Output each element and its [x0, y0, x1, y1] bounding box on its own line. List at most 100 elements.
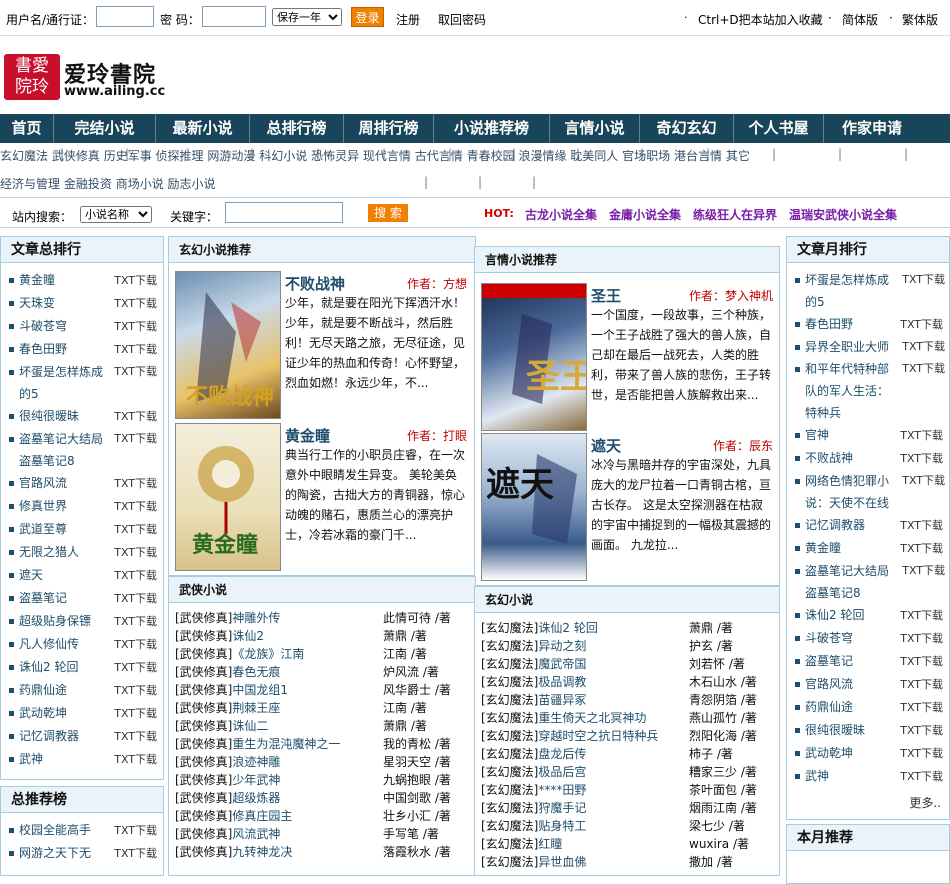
- list-item[interactable]: 武道至尊 TXT下载: [1, 518, 163, 541]
- more-link[interactable]: 更多..: [909, 794, 941, 811]
- list-item[interactable]: 药鼎仙途 TXT下载: [787, 696, 949, 719]
- cat-link[interactable]: 侦探推理: [156, 149, 204, 163]
- list-item[interactable]: 修真世界 TXT下载: [1, 495, 163, 518]
- book-title[interactable]: 不败战神: [285, 273, 345, 294]
- book-title[interactable]: 遮天: [591, 435, 621, 456]
- book-title[interactable]: 圣王: [591, 285, 621, 306]
- book-title[interactable]: 黄金瞳: [285, 425, 330, 446]
- cat-link[interactable]: 科幻小说: [259, 149, 307, 163]
- list-item[interactable]: [玄幻魔法]极品调教 木石山水 /著: [481, 673, 781, 691]
- list-item[interactable]: 春色田野 TXT下载: [787, 313, 949, 336]
- list-item[interactable]: 网络色情犯罪小说：天使不在线 TXT下载: [787, 470, 945, 514]
- list-item[interactable]: [武侠修真]重生为混沌魔神之一 我的青松 /著: [175, 735, 475, 753]
- cat-link[interactable]: 港台言情: [674, 149, 722, 163]
- list-item[interactable]: [武侠修真]超级炼器 中国剑歌 /著: [175, 789, 475, 807]
- list-item[interactable]: 官路风流 TXT下载: [1, 472, 163, 495]
- list-item[interactable]: [武侠修真]荆棘王座 江南 /著: [175, 699, 475, 717]
- list-item[interactable]: 盗墓笔记大结局 盗墓笔记8 TXT下载: [1, 428, 157, 472]
- search-type-select[interactable]: 小说名称: [80, 206, 152, 223]
- list-item[interactable]: [武侠修真]神雕外传 此情可待 /著: [175, 609, 475, 627]
- list-item[interactable]: [玄幻魔法]苗疆异冢 青怨阴箔 /著: [481, 691, 781, 709]
- bookmark-link[interactable]: Ctrl+D把本站加入收藏: [698, 11, 823, 28]
- cat-link[interactable]: 商场小说: [116, 177, 164, 191]
- list-item[interactable]: 异界全职业大师 TXT下载: [787, 336, 945, 358]
- list-item[interactable]: [玄幻魔法]诛仙2 轮回 萧鼎 /著: [481, 619, 781, 637]
- list-item[interactable]: [玄幻魔法]盘龙后传 柿子 /著: [481, 745, 781, 763]
- cat-link[interactable]: 玄幻魔法: [0, 149, 48, 163]
- list-item[interactable]: 官神 TXT下载: [787, 424, 949, 447]
- list-item[interactable]: [武侠修真]风流武神 手写笔 /著: [175, 825, 475, 843]
- cat-link[interactable]: 浪漫情缘: [518, 149, 566, 163]
- simplified-link[interactable]: 简体版: [842, 11, 878, 28]
- login-button[interactable]: 登录: [351, 7, 384, 27]
- site-logo[interactable]: 書愛 院玲 爱玲書院 www.ailing.cc: [4, 54, 176, 102]
- list-item[interactable]: 天珠变 TXT下载: [1, 292, 163, 315]
- list-item[interactable]: [武侠修真]诛仙二 萧鼎 /著: [175, 717, 475, 735]
- list-item[interactable]: 坏蛋是怎样炼成的5 TXT下载: [1, 361, 157, 405]
- list-item[interactable]: 武动乾坤 TXT下载: [1, 702, 163, 725]
- list-item[interactable]: [武侠修真]诛仙2 萧鼎 /著: [175, 627, 475, 645]
- remember-select[interactable]: 保存一年: [272, 8, 342, 26]
- list-item[interactable]: [玄幻魔法]异动之刻 护玄 /著: [481, 637, 781, 655]
- list-item[interactable]: [玄幻魔法]穿越时空之抗日特种兵 烈阳化海 /著: [481, 727, 781, 745]
- list-item[interactable]: 武神 TXT下载: [787, 765, 949, 788]
- hot-link[interactable]: 练级狂人在异界: [693, 206, 777, 223]
- nav-week-rank[interactable]: 周排行榜: [344, 114, 434, 143]
- list-item[interactable]: [玄幻魔法]异世血佛 撒加 /著: [481, 853, 781, 871]
- list-item[interactable]: [玄幻魔法]红瞳 wuxira /著: [481, 835, 781, 853]
- list-item[interactable]: 记忆调教器 TXT下载: [1, 725, 163, 748]
- list-item[interactable]: 坏蛋是怎样炼成的5 TXT下载: [787, 269, 945, 313]
- list-item[interactable]: 凡人修仙传 TXT下载: [1, 633, 163, 656]
- retrieve-password-link[interactable]: 取回密码: [438, 11, 486, 28]
- list-item[interactable]: [玄幻魔法]极品后宫 糟家三少 /著: [481, 763, 781, 781]
- list-item[interactable]: 武动乾坤 TXT下载: [787, 742, 949, 765]
- list-item[interactable]: [武侠修真]九转神龙决 落霞秋水 /著: [175, 843, 475, 861]
- book-cover[interactable]: 圣王: [481, 283, 594, 431]
- list-item[interactable]: [玄幻魔法]****田野 茶叶面包 /著: [481, 781, 781, 799]
- list-item[interactable]: 记忆调教器 TXT下载: [787, 514, 949, 537]
- list-item[interactable]: [武侠修真]少年武神 九蜗抱眼 /著: [175, 771, 475, 789]
- search-button[interactable]: 搜 索: [368, 204, 408, 222]
- list-item[interactable]: [武侠修真]《龙族》江南 江南 /著: [175, 645, 475, 663]
- book-cover[interactable]: 不败战神: [175, 271, 281, 419]
- list-item[interactable]: 黄金瞳 TXT下载: [787, 537, 949, 560]
- nav-recommend-rank[interactable]: 小说推荐榜: [434, 114, 550, 143]
- nav-home[interactable]: 首页: [0, 114, 54, 143]
- list-item[interactable]: 春色田野 TXT下载: [1, 338, 163, 361]
- list-item[interactable]: 遮天 TXT下载: [1, 564, 163, 587]
- list-item[interactable]: 诛仙2 轮回 TXT下载: [1, 656, 163, 679]
- list-item[interactable]: 黄金瞳 TXT下载: [1, 269, 163, 292]
- list-item[interactable]: 不败战神 TXT下载: [787, 447, 949, 470]
- list-item[interactable]: [武侠修真]中国龙组1 风华爵士 /著: [175, 681, 475, 699]
- list-item[interactable]: [玄幻魔法]魔武帝国 刘若怀 /著: [481, 655, 781, 673]
- list-item[interactable]: 很纯很暧昧 TXT下载: [1, 405, 163, 428]
- list-item[interactable]: 很纯很暧昧 TXT下载: [787, 719, 949, 742]
- book-cover[interactable]: 遮天: [481, 433, 587, 581]
- list-item[interactable]: 网游之天下无 TXT下载: [1, 842, 163, 865]
- list-item[interactable]: 斗破苍穹 TXT下载: [787, 627, 949, 650]
- cat-link[interactable]: 现代言情: [363, 149, 411, 163]
- book-cover[interactable]: 黄金瞳: [175, 423, 281, 571]
- list-item[interactable]: 盗墓笔记 TXT下载: [787, 650, 949, 673]
- password-input[interactable]: [202, 6, 266, 27]
- list-item[interactable]: 官路风流 TXT下载: [787, 673, 949, 696]
- cat-link[interactable]: 网游动漫: [207, 149, 255, 163]
- list-item[interactable]: 超级贴身保镖 TXT下载: [1, 610, 163, 633]
- cat-link[interactable]: 古代言情: [415, 149, 463, 163]
- nav-latest[interactable]: 最新小说: [156, 114, 250, 143]
- list-item[interactable]: 武神 TXT下载: [1, 748, 163, 771]
- list-item[interactable]: 校园全能高手 TXT下载: [1, 819, 163, 842]
- list-item[interactable]: 无限之猎人 TXT下载: [1, 541, 163, 564]
- cat-link[interactable]: 其它: [726, 149, 750, 163]
- nav-fantasy[interactable]: 奇幻玄幻: [640, 114, 734, 143]
- username-input[interactable]: [96, 6, 154, 27]
- list-item[interactable]: [武侠修真]浪迹神雕 星羽天空 /著: [175, 753, 475, 771]
- cat-link[interactable]: 励志小说: [168, 177, 216, 191]
- list-item[interactable]: 和平年代特种部队的军人生活：特种兵 TXT下载: [787, 358, 945, 424]
- list-item[interactable]: 药鼎仙途 TXT下载: [1, 679, 163, 702]
- list-item[interactable]: [玄幻魔法]重生倚天之北冥神功 燕山孤竹 /著: [481, 709, 781, 727]
- list-item[interactable]: [玄幻魔法]贴身特工 梁七少 /著: [481, 817, 781, 835]
- cat-link[interactable]: 青春校园: [467, 149, 515, 163]
- cat-link[interactable]: 金融投资: [64, 177, 112, 191]
- hot-link[interactable]: 温瑞安武侠小说全集: [789, 206, 897, 223]
